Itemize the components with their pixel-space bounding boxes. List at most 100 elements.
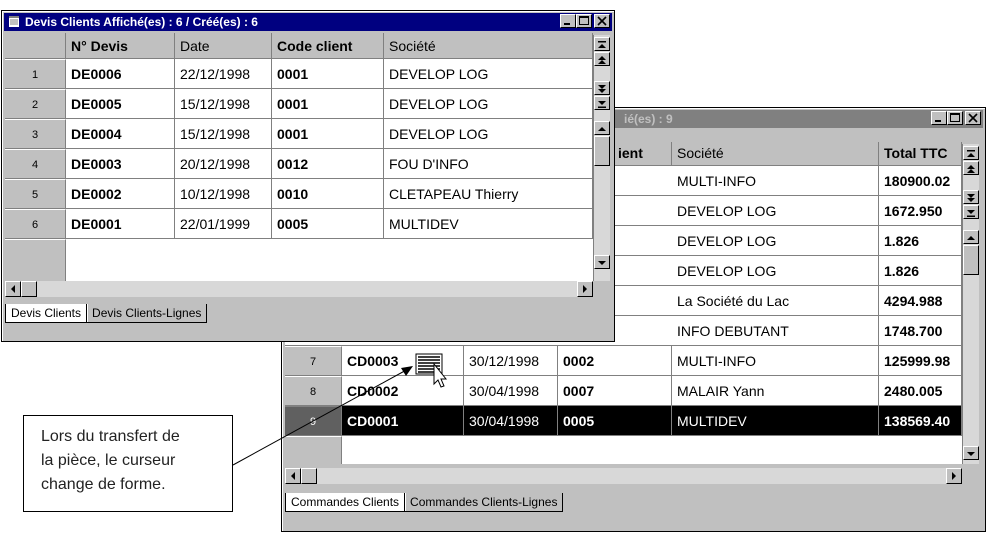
table-row-empty[interactable]: [5, 239, 593, 281]
row-selector[interactable]: 8: [285, 376, 342, 405]
window-title: ié(es) : 9: [624, 112, 673, 126]
cell-societe: INFO DEBUTANT: [672, 316, 879, 345]
cell-societe: MALAIR Yann: [672, 376, 879, 405]
minimize-button[interactable]: [560, 14, 576, 28]
cell-commande: CD0001: [342, 406, 464, 435]
tab-devis-clients-lignes[interactable]: Devis Clients-Lignes: [86, 304, 208, 323]
cell-societe: DEVELOP LOG: [384, 119, 593, 148]
vertical-scrollbar[interactable]: [962, 144, 979, 464]
cell-num-devis: DE0005: [66, 89, 175, 118]
cell-num-devis: DE0001: [66, 209, 175, 238]
cell-date: 30/04/1998: [464, 376, 558, 405]
col-header-num-devis[interactable]: N° Devis: [66, 33, 175, 58]
horizontal-scrollbar[interactable]: [285, 468, 962, 484]
scroll-up-button[interactable]: [963, 230, 979, 244]
maximize-button[interactable]: [947, 111, 963, 125]
row-selector[interactable]: 4: [5, 149, 66, 178]
cell-societe: MULTIDEV: [384, 209, 593, 238]
tab-devis-clients[interactable]: Devis Clients: [5, 304, 88, 323]
tab-commandes-clients-lignes[interactable]: Commandes Clients-Lignes: [404, 493, 564, 512]
scroll-pagedown-button[interactable]: [963, 190, 979, 204]
cell-date: 10/12/1998: [175, 179, 272, 208]
table-row[interactable]: 8 CD0002 30/04/1998 0007 MALAIR Yann 248…: [285, 376, 962, 406]
scroll-left-button[interactable]: [285, 468, 301, 484]
scroll-right-button[interactable]: [946, 468, 962, 484]
scroll-last-button[interactable]: [963, 205, 979, 219]
callout-annotation: Lors du transfert de la pièce, le curseu…: [23, 415, 233, 512]
title-bar[interactable]: Devis Clients Affiché(es) : 6 / Créé(es)…: [4, 13, 612, 31]
callout-line: Lors du transfert de: [41, 428, 180, 445]
scroll-first-button[interactable]: [594, 37, 610, 51]
cell-code-client: 0002: [558, 346, 672, 375]
cell-societe: DEVELOP LOG: [384, 59, 593, 88]
table-row[interactable]: 5 DE0002 10/12/1998 0010 CLETAPEAU Thier…: [5, 179, 593, 209]
row-selector[interactable]: 6: [5, 209, 66, 238]
window-menu-icon[interactable]: [7, 15, 21, 29]
vertical-scrollbar[interactable]: [593, 35, 610, 281]
cell-code-client: 0005: [272, 209, 384, 238]
table-row[interactable]: 7 CD0003 30/12/1998 0002 MULTI-INFO 1259…: [285, 346, 962, 376]
row-selector[interactable]: 5: [5, 179, 66, 208]
table-row[interactable]: 6 DE0001 22/01/1999 0005 MULTIDEV: [5, 209, 593, 239]
scroll-up-button[interactable]: [594, 121, 610, 135]
cell-societe: MULTIDEV: [672, 406, 879, 435]
col-header-date[interactable]: Date: [175, 33, 272, 58]
cell-total: 1.826: [879, 226, 962, 255]
cell-code-client: 0001: [272, 89, 384, 118]
scroll-last-button[interactable]: [594, 96, 610, 110]
scroll-pageup-button[interactable]: [594, 52, 610, 66]
cell-date: 15/12/1998: [175, 119, 272, 148]
cell-date: 15/12/1998: [175, 89, 272, 118]
table-row[interactable]: 2 DE0005 15/12/1998 0001 DEVELOP LOG: [5, 89, 593, 119]
table-row-selected[interactable]: 9 CD0001 30/04/1998 0005 MULTIDEV 138569…: [285, 406, 962, 436]
devis-clients-window[interactable]: Devis Clients Affiché(es) : 6 / Créé(es)…: [1, 10, 615, 342]
scroll-first-button[interactable]: [963, 146, 979, 160]
minimize-button[interactable]: [931, 111, 947, 125]
scroll-pagedown-button[interactable]: [594, 81, 610, 95]
table-row[interactable]: 1 DE0006 22/12/1998 0001 DEVELOP LOG: [5, 59, 593, 89]
scroll-right-button[interactable]: [577, 281, 593, 297]
maximize-button[interactable]: [576, 14, 592, 28]
cell-num-devis: DE0004: [66, 119, 175, 148]
cell-num-devis: DE0003: [66, 149, 175, 178]
scroll-thumb[interactable]: [963, 245, 979, 275]
col-header-societe[interactable]: Société: [384, 33, 593, 58]
row-selector[interactable]: 1: [5, 59, 66, 88]
cell-num-devis: DE0006: [66, 59, 175, 88]
col-header-total-ttc[interactable]: Total TTC: [879, 142, 962, 165]
cell-societe: CLETAPEAU Thierry: [384, 179, 593, 208]
cell-date: 30/04/1998: [464, 406, 558, 435]
scroll-thumb[interactable]: [301, 468, 317, 484]
cell-societe: DEVELOP LOG: [672, 256, 879, 285]
cell-date: 20/12/1998: [175, 149, 272, 178]
table-row[interactable]: 3 DE0004 15/12/1998 0001 DEVELOP LOG: [5, 119, 593, 149]
table-row[interactable]: 4 DE0003 20/12/1998 0012 FOU D'INFO: [5, 149, 593, 179]
row-selector[interactable]: 2: [5, 89, 66, 118]
cell-societe: DEVELOP LOG: [672, 226, 879, 255]
cell-code-client: 0010: [272, 179, 384, 208]
cell-code-client: 0005: [558, 406, 672, 435]
scroll-left-button[interactable]: [5, 281, 21, 297]
row-selector[interactable]: 3: [5, 119, 66, 148]
row-selector[interactable]: 7: [285, 346, 342, 375]
cell-total: 1748.700: [879, 316, 962, 345]
table-row-empty[interactable]: [285, 436, 962, 464]
col-header-societe[interactable]: Société: [672, 142, 879, 165]
row-selector[interactable]: [285, 436, 342, 464]
scroll-pageup-button[interactable]: [963, 161, 979, 175]
cell-total: 4294.988: [879, 286, 962, 315]
col-header-code-client[interactable]: Code client: [272, 33, 384, 58]
row-selector[interactable]: [5, 239, 66, 281]
scroll-down-button[interactable]: [963, 446, 979, 460]
close-button[interactable]: [965, 111, 981, 125]
scroll-down-button[interactable]: [594, 255, 610, 269]
tab-bar: Commandes Clients Commandes Clients-Lign…: [285, 493, 564, 512]
scroll-thumb[interactable]: [594, 136, 610, 166]
tab-commandes-clients[interactable]: Commandes Clients: [285, 493, 406, 512]
horizontal-scrollbar[interactable]: [5, 281, 593, 297]
row-selector[interactable]: 9: [285, 406, 342, 435]
cell-code-client: 0007: [558, 376, 672, 405]
close-button[interactable]: [594, 14, 610, 28]
cell-num-devis: DE0002: [66, 179, 175, 208]
scroll-thumb[interactable]: [21, 281, 37, 297]
